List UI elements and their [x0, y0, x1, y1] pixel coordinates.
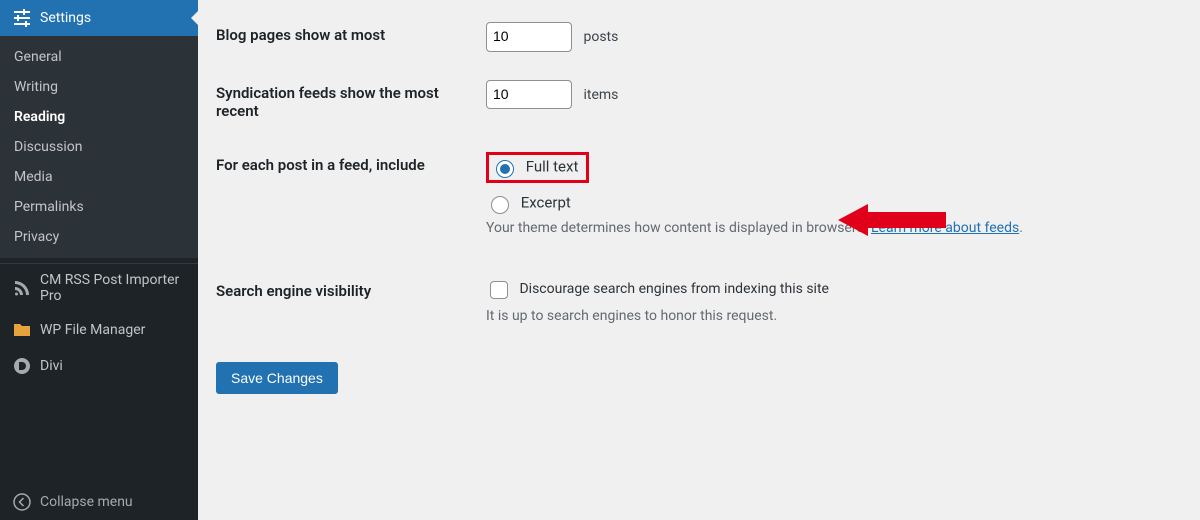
settings-submenu: General Writing Reading Discussion Media…	[0, 36, 198, 258]
sidebar-item-media[interactable]: Media	[0, 162, 198, 192]
sev-description: It is up to search engines to honor this…	[486, 308, 1180, 324]
radio-excerpt-text: Excerpt	[521, 193, 571, 211]
rss-icon	[12, 278, 32, 298]
sev-checkbox[interactable]	[490, 281, 508, 299]
collapse-menu[interactable]: Collapse menu	[0, 484, 198, 520]
sidebar-item-label: Settings	[40, 10, 91, 26]
sidebar-item-divi[interactable]: Divi	[0, 348, 198, 384]
blog-pages-input[interactable]	[486, 22, 572, 52]
syndication-suffix: items	[583, 87, 618, 103]
learn-more-link[interactable]: Learn more about feeds	[871, 220, 1019, 236]
save-button[interactable]: Save Changes	[216, 362, 338, 394]
feed-desc-suffix: .	[1019, 220, 1023, 236]
sidebar-item-cm-rss[interactable]: CM RSS Post Importer Pro	[0, 264, 198, 312]
sidebar-item-discussion[interactable]: Discussion	[0, 132, 198, 162]
radio-excerpt-label[interactable]: Excerpt	[486, 193, 1180, 214]
collapse-icon	[12, 492, 32, 512]
radio-excerpt[interactable]	[491, 196, 509, 214]
divi-icon	[12, 356, 32, 376]
sliders-icon	[12, 8, 32, 28]
blog-pages-suffix: posts	[583, 29, 618, 45]
sev-checkbox-text: Discourage search engines from indexing …	[519, 281, 828, 297]
sidebar-item-general[interactable]: General	[0, 42, 198, 72]
radio-full-text-label[interactable]: Full text	[491, 157, 578, 178]
radio-full-text[interactable]	[496, 160, 514, 178]
feed-include-label: For each post in a feed, include	[216, 138, 486, 264]
sev-label: Search engine visibility	[216, 264, 486, 352]
settings-form: Blog pages show at most posts Syndicatio…	[198, 0, 1200, 520]
radio-full-text-text: Full text	[526, 157, 579, 175]
sev-checkbox-label[interactable]: Discourage search engines from indexing …	[486, 281, 829, 297]
sidebar-item-privacy[interactable]: Privacy	[0, 222, 198, 252]
sidebar-item-label: CM RSS Post Importer Pro	[40, 272, 190, 304]
syndication-label: Syndication feeds show the most recent	[216, 66, 486, 138]
sidebar-item-writing[interactable]: Writing	[0, 72, 198, 102]
folder-icon	[12, 320, 32, 340]
sidebar-item-settings[interactable]: Settings	[0, 0, 198, 36]
sidebar-item-permalinks[interactable]: Permalinks	[0, 192, 198, 222]
sidebar-item-reading[interactable]: Reading	[0, 102, 198, 132]
admin-sidebar: Settings General Writing Reading Discuss…	[0, 0, 198, 520]
sidebar-item-label: WP File Manager	[40, 322, 145, 338]
sidebar-item-label: Divi	[40, 358, 63, 374]
feed-desc-prefix: Your theme determines how content is dis…	[486, 220, 871, 236]
syndication-input[interactable]	[486, 80, 572, 110]
sidebar-item-wp-file-manager[interactable]: WP File Manager	[0, 312, 198, 348]
blog-pages-label: Blog pages show at most	[216, 8, 486, 66]
full-text-highlight: Full text	[486, 152, 589, 183]
feed-include-description: Your theme determines how content is dis…	[486, 220, 1180, 236]
collapse-label: Collapse menu	[40, 494, 133, 510]
